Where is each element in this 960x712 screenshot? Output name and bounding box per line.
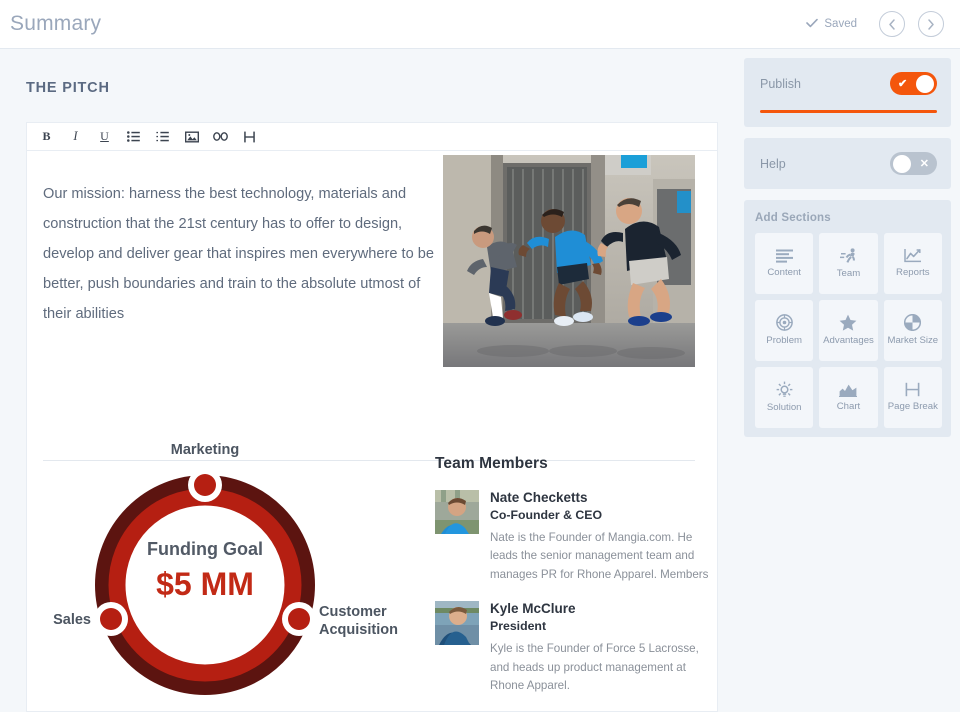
bullet-list-button[interactable] [124, 127, 143, 146]
add-section-label: Team [837, 269, 860, 280]
add-section-label: Content [767, 268, 801, 279]
publish-toggle[interactable]: ✔ [890, 72, 937, 95]
star-icon [839, 314, 857, 331]
publish-label: Publish [760, 77, 801, 91]
team-member-role: President [490, 618, 711, 636]
app-header: Summary Saved [0, 0, 960, 49]
add-section-label: Problem [766, 336, 802, 347]
right-sidebar: Publish ✔ Help ✕ Add Sections [744, 58, 951, 437]
donut-label-customer-acquisition-2: Acquisition [319, 622, 398, 638]
pitch-photo [443, 155, 695, 367]
publish-panel: Publish ✔ [744, 58, 951, 127]
donut-label-customer-acquisition-1: Customer [319, 604, 387, 620]
add-section-label: Market Size [887, 336, 938, 347]
add-section-advantages[interactable]: Advantages [819, 300, 877, 361]
add-section-reports[interactable]: Reports [884, 233, 942, 294]
avatar [435, 601, 479, 645]
team-members-section: Team Members [435, 455, 711, 712]
add-section-label: Page Break [888, 402, 938, 413]
bold-button[interactable]: B [37, 127, 56, 146]
line-chart-icon [904, 248, 922, 263]
page-title: Summary [10, 12, 101, 36]
help-panel: Help ✕ [744, 138, 951, 189]
donut-label-marketing: Marketing [171, 443, 240, 458]
editor-toolbar: B I U [27, 123, 717, 151]
insert-image-button[interactable] [182, 127, 201, 146]
numbered-list-button[interactable] [153, 127, 172, 146]
area-chart-icon [839, 383, 857, 397]
close-icon: ✕ [920, 152, 929, 175]
main-area: THE PITCH B I U [0, 49, 960, 677]
lightbulb-icon [776, 381, 793, 398]
insert-link-button[interactable] [211, 127, 230, 146]
team-member-info: Kyle McClure President Kyle is the Found… [490, 601, 711, 696]
italic-button[interactable]: I [66, 127, 85, 146]
lower-content-row: Marketing Sales Customer Acquisition Fun… [27, 443, 719, 711]
section-heading: THE PITCH [26, 80, 110, 96]
saved-label: Saved [824, 18, 857, 30]
team-member-row: Kyle McClure President Kyle is the Found… [435, 601, 711, 696]
page-break-button[interactable] [240, 127, 259, 146]
content-right-edge [718, 49, 719, 677]
publish-progress-track [760, 110, 937, 113]
saved-status: Saved [806, 18, 857, 30]
add-section-chart[interactable]: Chart [819, 367, 877, 428]
team-member-name: Kyle McClure [490, 601, 711, 618]
add-section-team[interactable]: Team [819, 233, 877, 294]
publish-row: Publish ✔ [760, 72, 937, 95]
document-column: THE PITCH B I U [0, 49, 730, 677]
team-member-role: Co-Founder & CEO [490, 507, 711, 525]
add-section-label: Solution [767, 403, 802, 414]
add-section-label: Reports [896, 268, 930, 279]
content-lines-icon [776, 249, 793, 263]
add-section-solution[interactable]: Solution [755, 367, 813, 428]
add-sections-title: Add Sections [755, 212, 942, 224]
header-actions: Saved [806, 11, 944, 37]
underline-button[interactable]: U [95, 127, 114, 146]
team-member-info: Nate Checketts Co-Founder & CEO Nate is … [490, 490, 711, 585]
toggle-knob [893, 155, 911, 173]
pitch-body: Our mission: harness the best technology… [27, 151, 717, 459]
toggle-knob [916, 75, 934, 93]
help-label: Help [760, 157, 786, 171]
pitch-text[interactable]: Our mission: harness the best technology… [43, 179, 435, 329]
avatar [435, 490, 479, 534]
previous-page-button[interactable] [879, 11, 905, 37]
funding-donut-chart: Marketing Sales Customer Acquisition Fun… [35, 443, 435, 711]
check-icon [806, 18, 818, 30]
next-page-button[interactable] [918, 11, 944, 37]
add-section-problem[interactable]: Problem [755, 300, 813, 361]
donut-center-value: $5 MM [156, 566, 254, 602]
add-sections-grid: Content Team [755, 233, 942, 428]
check-icon: ✔ [898, 72, 907, 95]
team-member-row: Nate Checketts Co-Founder & CEO Nate is … [435, 490, 711, 585]
team-member-name: Nate Checketts [490, 490, 711, 507]
target-icon [776, 314, 793, 331]
team-member-bio: Kyle is the Founder of Force 5 Lacrosse,… [490, 640, 711, 696]
publish-progress-fill [760, 110, 937, 113]
document-card: B I U [26, 122, 718, 712]
runner-icon [840, 248, 857, 264]
add-section-label: Chart [837, 402, 860, 413]
pie-slice-icon [904, 314, 921, 331]
team-members-title: Team Members [435, 455, 711, 473]
team-member-bio: Nate is the Founder of Mangia.com. He le… [490, 529, 711, 585]
add-sections-panel: Add Sections Content [744, 200, 951, 437]
help-toggle[interactable]: ✕ [890, 152, 937, 175]
help-row: Help ✕ [760, 152, 937, 175]
donut-label-sales: Sales [53, 612, 91, 628]
add-section-market-size[interactable]: Market Size [884, 300, 942, 361]
page-break-icon [904, 382, 921, 397]
add-section-content[interactable]: Content [755, 233, 813, 294]
add-section-label: Advantages [823, 336, 874, 347]
donut-center-label: Funding Goal [147, 539, 263, 559]
add-section-page-break[interactable]: Page Break [884, 367, 942, 428]
